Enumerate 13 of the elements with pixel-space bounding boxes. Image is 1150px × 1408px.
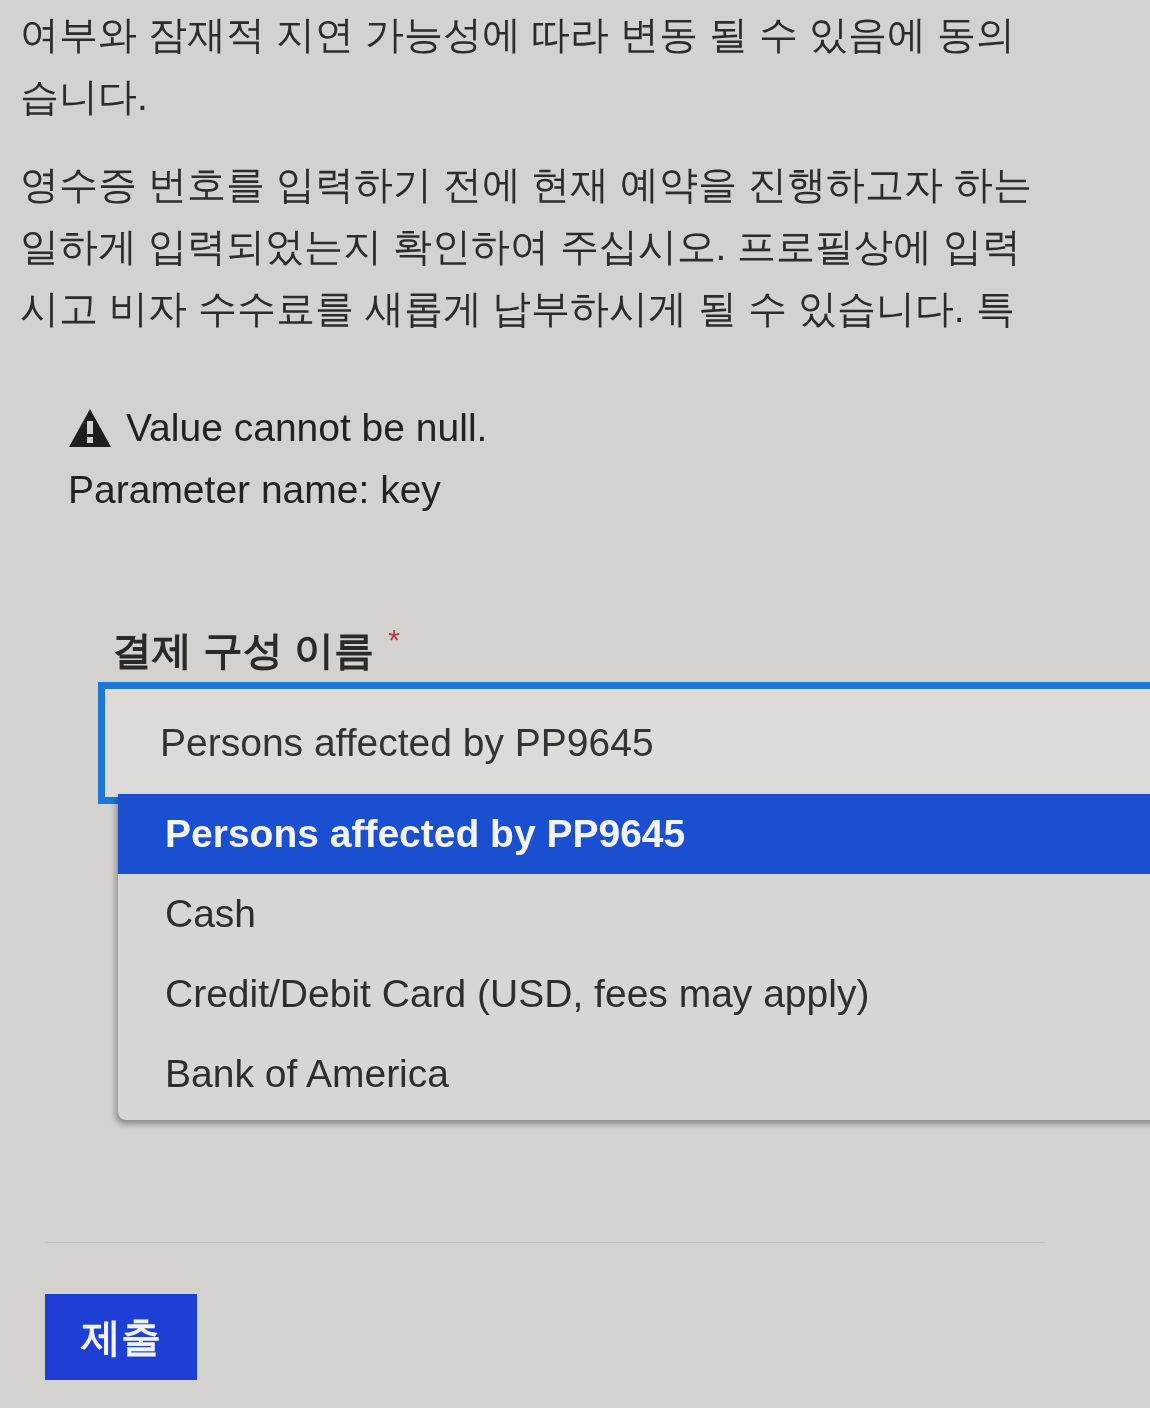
required-mark: *	[388, 625, 400, 655]
dropdown-option[interactable]: Bank of America	[118, 1034, 1150, 1114]
dropdown-option[interactable]: Credit/Debit Card (USD, fees may apply)	[118, 954, 1150, 1034]
warning-icon	[68, 408, 112, 448]
error-message: Value cannot be null.	[126, 405, 488, 451]
paragraph-text: 여부와 잠재적 지연 가능성에 따라 변동 될 수 있음에 동의 습니다.	[20, 12, 1016, 120]
submit-button[interactable]: 제출	[45, 1294, 197, 1380]
field-label: 결제 구성 이름	[112, 627, 375, 674]
error-detail: Parameter name: key	[68, 467, 441, 513]
dropdown-option[interactable]: Persons affected by PP9645	[118, 794, 1150, 874]
paragraph-text: 영수증 번호를 입력하기 전에 현재 예약을 진행하고자 하는 일하게 입력되었는지 확인하여 주십시오. 프로필상에 입력 시고 비자 수수료를 새롭게 납부하시게 될 수 있습니다. 특	[20, 162, 1033, 332]
dropdown-option[interactable]: Cash	[118, 874, 1150, 954]
payment-select[interactable]: Persons affected by PP9645	[98, 682, 1150, 804]
